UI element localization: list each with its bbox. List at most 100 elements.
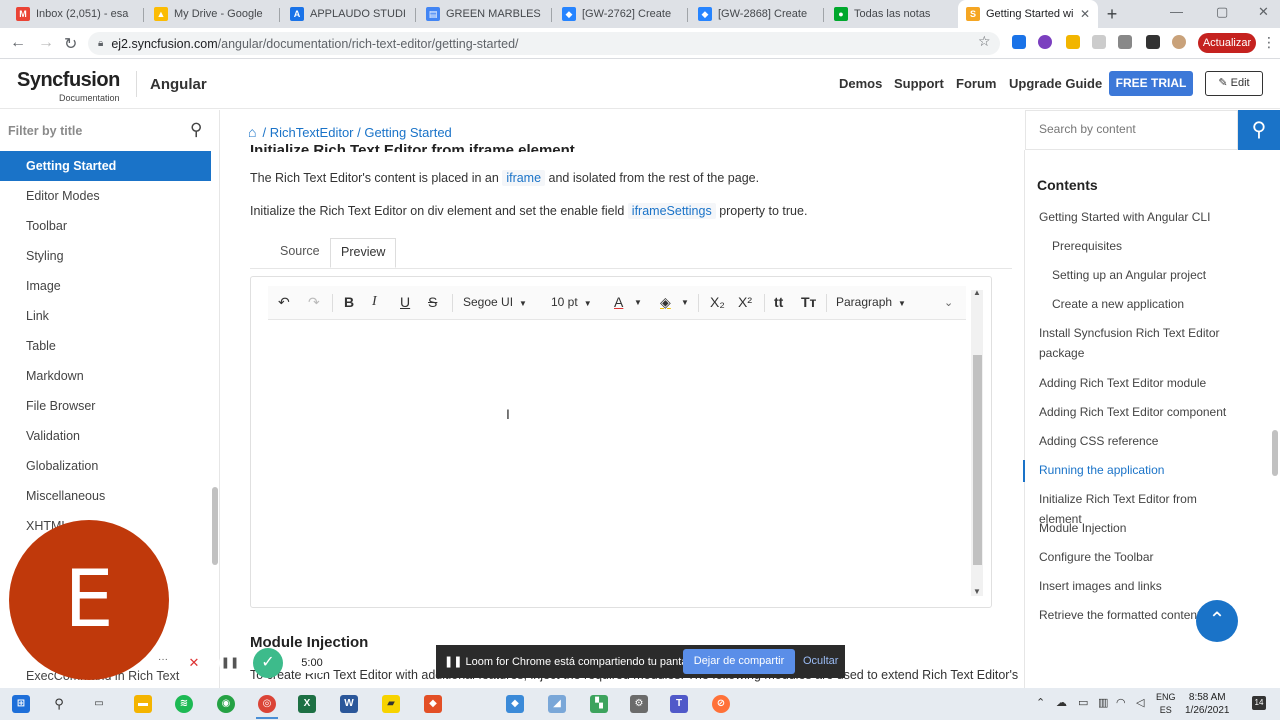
toc-item[interactable]: Adding CSS reference <box>1039 431 1239 451</box>
app-icon[interactable]: ◆ <box>424 695 442 713</box>
app-icon[interactable]: ⊘ <box>712 695 730 713</box>
expand-toolbar-icon[interactable]: ⌄ <box>944 296 953 309</box>
font-name-dropdown[interactable]: Segoe UI ▼ <box>463 295 527 309</box>
italic-icon[interactable]: I <box>372 294 377 310</box>
bookmark-star-icon[interactable]: ☆ <box>978 33 991 50</box>
subscript-icon[interactable]: X₂ <box>710 294 725 310</box>
battery-icon[interactable]: ▭ <box>1078 696 1088 709</box>
wifi-icon[interactable]: ◠ <box>1116 696 1126 709</box>
sidebar-item[interactable]: Link <box>0 301 211 331</box>
sidebar-item[interactable]: Miscellaneous <box>0 481 211 511</box>
browser-tab[interactable]: ◆ [GW-2868] Create <box>690 0 822 28</box>
browser-tab[interactable]: ▤ GREEN MARBLES <box>418 0 550 28</box>
sidebar-item[interactable]: Image <box>0 271 211 301</box>
extension-icon[interactable] <box>1066 35 1080 49</box>
scroll-down-icon[interactable]: ▼ <box>973 587 981 596</box>
search-icon[interactable]: ⚲ <box>190 120 202 140</box>
close-tab-icon[interactable]: ✕ <box>1080 7 1090 21</box>
word-icon[interactable]: W <box>340 695 358 713</box>
undo-icon[interactable]: ↶ <box>278 294 290 311</box>
page-scrollbar[interactable] <box>1272 430 1278 476</box>
toc-item[interactable]: Install Syncfusion Rich Text Editor pack… <box>1039 323 1239 363</box>
syncfusion-logo[interactable]: Syncfusion Documentation <box>17 69 120 103</box>
toc-item[interactable]: Configure the Toolbar <box>1039 547 1239 567</box>
chevron-down-icon[interactable]: ▼ <box>681 298 689 307</box>
search-icon[interactable]: ⚲ <box>1238 110 1280 150</box>
extension-icon[interactable] <box>1012 35 1026 49</box>
update-button[interactable]: Actualizar <box>1198 33 1256 53</box>
toc-item[interactable]: Prerequisites <box>1052 236 1252 256</box>
extension-icon[interactable] <box>1038 35 1052 49</box>
toc-item[interactable]: Insert images and links <box>1039 576 1239 596</box>
sidebar-item[interactable]: Getting Started <box>0 151 211 181</box>
hide-button[interactable]: Ocultar <box>803 655 838 667</box>
uppercase-icon[interactable]: Tт <box>801 294 816 310</box>
volume-icon[interactable]: ◁ <box>1136 696 1144 709</box>
tray-arrow-icon[interactable]: ⌃ <box>1036 696 1045 709</box>
task-view-icon[interactable]: ▭ <box>90 695 108 713</box>
spotify-icon[interactable]: ≋ <box>175 695 193 713</box>
background-color-icon[interactable]: ◈ <box>660 294 671 311</box>
app-icon[interactable]: ▚ <box>590 695 608 713</box>
nav-upgrade-guide[interactable]: Upgrade Guide <box>1009 76 1102 91</box>
cloud-icon[interactable]: ☁ <box>1056 696 1067 709</box>
new-tab-button[interactable]: + <box>1102 4 1122 24</box>
minimize-icon[interactable]: — <box>1170 4 1183 19</box>
forward-icon[interactable]: → <box>38 34 54 52</box>
sidebar-scrollbar[interactable] <box>212 487 218 565</box>
search-icon[interactable]: ⚲ <box>50 695 68 713</box>
close-window-icon[interactable]: ✕ <box>1258 4 1269 20</box>
sticky-notes-icon[interactable]: ▰ <box>382 695 400 713</box>
nav-support[interactable]: Support <box>894 76 944 91</box>
browser-tab[interactable]: ◆ [GW-2762] Create <box>554 0 686 28</box>
browser-tab[interactable]: A APPLAUDO STUDIO <box>282 0 414 28</box>
sidebar-item[interactable]: Globalization <box>0 451 211 481</box>
toc-item[interactable]: Module Injection <box>1039 518 1239 538</box>
bold-icon[interactable]: B <box>344 294 354 310</box>
toc-item[interactable]: Setting up an Angular project <box>1052 265 1252 285</box>
puzzle-icon[interactable] <box>1146 35 1160 49</box>
input-language[interactable]: ENG ES <box>1156 691 1176 717</box>
app-icon[interactable]: ⚙ <box>630 695 648 713</box>
browser-menu-icon[interactable]: ⋮ <box>1262 34 1276 51</box>
app-icon[interactable]: ◢ <box>548 695 566 713</box>
home-icon[interactable]: ⌂ <box>248 124 256 140</box>
chrome-icon[interactable]: ◎ <box>258 695 276 713</box>
toc-item[interactable]: Adding Rich Text Editor module <box>1039 373 1239 393</box>
font-size-dropdown[interactable]: 10 pt ▼ <box>551 295 592 309</box>
finish-recording-icon[interactable]: ✓ <box>253 648 283 678</box>
editor-scroll-thumb[interactable] <box>973 355 982 565</box>
free-trial-button[interactable]: FREE TRIAL <box>1109 71 1193 96</box>
stop-sharing-button[interactable]: Dejar de compartir <box>683 649 795 674</box>
edit-button[interactable]: ✎ Edit <box>1205 71 1263 96</box>
back-icon[interactable]: ← <box>10 34 26 52</box>
extension-icon[interactable] <box>1118 35 1132 49</box>
tab-preview[interactable]: Preview <box>330 238 397 268</box>
maximize-icon[interactable]: ▢ <box>1216 4 1228 20</box>
browser-tab[interactable]: S Getting Started wi ✕ <box>958 0 1098 28</box>
lowercase-icon[interactable]: tt <box>774 294 783 310</box>
filter-input[interactable]: Filter by title <box>8 124 82 138</box>
notification-center-icon[interactable]: 14 <box>1252 696 1266 710</box>
breadcrumb-path[interactable]: / RichTextEditor / Getting Started <box>262 125 451 140</box>
system-clock[interactable]: 8:58 AM 1/26/2021 <box>1185 691 1230 717</box>
nav-forum[interactable]: Forum <box>956 76 996 91</box>
sidebar-item[interactable]: Validation <box>0 421 211 451</box>
address-bar[interactable]: 🔒︎ ej2.syncfusion.com/angular/documentat… <box>88 32 1000 55</box>
reload-icon[interactable]: ↻ <box>64 34 77 54</box>
sidebar-item[interactable]: File Browser <box>0 391 211 421</box>
windows-start-icon[interactable]: ⊞ <box>12 695 30 713</box>
chevron-down-icon[interactable]: ▼ <box>634 298 642 307</box>
toc-item[interactable]: Getting Started with Angular CLI <box>1039 207 1239 227</box>
cancel-recording-icon[interactable]: ✕ <box>183 652 205 674</box>
excel-icon[interactable]: X <box>298 695 316 713</box>
browser-tab[interactable]: ▲ My Drive - Google <box>146 0 278 28</box>
browser-tab[interactable]: ● Todas las notas <box>826 0 954 28</box>
scroll-up-icon[interactable]: ▲ <box>973 288 981 297</box>
content-search-input[interactable]: Search by content <box>1025 110 1238 150</box>
sidebar-item[interactable]: Toolbar <box>0 211 211 241</box>
redo-icon[interactable]: ↷ <box>308 294 320 311</box>
pause-icon[interactable]: ❚❚ <box>219 652 241 674</box>
strikethrough-icon[interactable]: S <box>428 294 437 310</box>
toc-item[interactable]: Running the application <box>1039 460 1239 480</box>
